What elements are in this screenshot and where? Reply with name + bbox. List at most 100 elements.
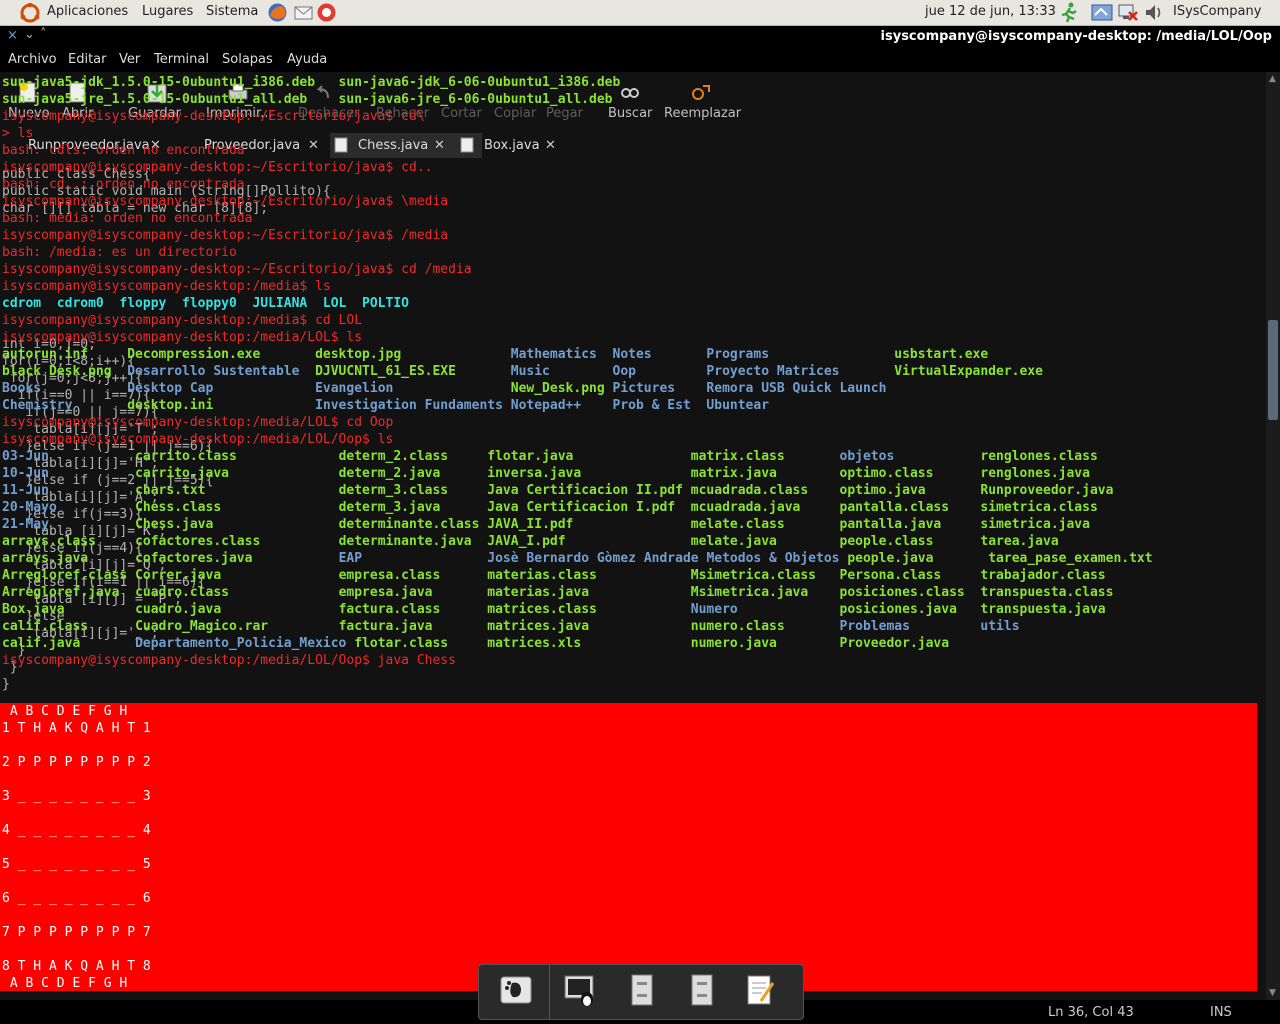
terminal-line: isyscompany@isyscompany-desktop:/media$ … [2,278,331,295]
terminal-segment: New_Desk.png [510,381,613,396]
tab-close-icon[interactable]: ✕ [434,138,445,153]
terminal-scrollbar[interactable]: ▲ ▼ [1266,72,1280,1000]
gnome-foot-icon[interactable] [499,973,533,1007]
toolbar-pegar[interactable]: Pegar [546,106,583,121]
terminal-segment: Box.java [2,602,136,617]
menu-ayuda[interactable]: Ayuda [287,52,327,67]
terminal-segment: calif.java [2,636,136,651]
terminal-segment: determinante.class [338,517,488,532]
menu-terminal[interactable]: Terminal [154,52,209,67]
terminal-segment: determ_3.java [338,500,488,515]
terminal-line: isyscompany@isyscompany-desktop:/media/L… [2,414,393,431]
tab-close-icon[interactable]: ✕ [545,138,556,153]
terminal-segment: determ_3.class [338,483,488,498]
terminal-segment: usbstart.exe [894,347,989,362]
source-line: } [2,677,10,692]
terminal-segment: Notes [612,347,707,362]
system-menu[interactable]: Sistema [206,4,258,19]
terminal-segment: Proyecto Matrices [706,364,895,379]
email-launcher-icon[interactable] [293,2,314,23]
terminal-segment: Metodos & Objetos [706,551,848,566]
terminal-area[interactable]: Nuevo Abrir Guardar Imprimir... Deshacer… [0,72,1266,1000]
terminal-app-icon[interactable] [563,973,597,1007]
menu-ver[interactable]: Ver [119,52,140,67]
terminal-segment: cuadro.java [135,602,339,617]
terminal-line: isyscompany@isyscompany-desktop:~/Escrit… [2,261,472,278]
terminal-line: bash: /media: es un directorio [2,244,237,261]
terminal-segment: black Desk.png [2,364,128,379]
window-titlebar[interactable]: × ⌄ ˄ isyscompany@isyscompany-desktop: /… [0,26,1280,48]
terminal-segment: cuadro.class [135,585,339,600]
volume-icon[interactable] [1144,3,1164,22]
terminal-segment: isyscompany@isyscompany-desktop:/media$ … [2,279,331,294]
window-maximize-icon[interactable]: ˄ [40,27,47,42]
update-notifier-icon[interactable] [1091,3,1113,22]
terminal-segment: inversa.java [487,466,691,481]
terminal-segment: simetrica.class [980,500,1098,515]
terminal-segment: empresa.class [338,568,488,583]
applications-menu[interactable]: Aplicaciones [47,4,128,19]
terminal-segment: optimo.class [839,466,981,481]
terminal-segment: Numero [690,602,840,617]
scrollbar-thumb[interactable] [1268,320,1278,420]
user-menu[interactable]: ISysCompany [1173,4,1261,19]
tab-box[interactable]: Box.java [456,133,592,158]
insert-mode: INS [1210,1005,1232,1020]
terminal-segment: melate.class [690,517,840,532]
toolbar-cortar[interactable]: Cortar [441,106,482,121]
chess-row: 1 T H A K Q A H T 1 [2,721,151,736]
scroll-down-icon[interactable]: ▼ [1269,988,1276,998]
terminal-line: Chemistry desktop.ini Investigation Fund… [2,397,769,414]
terminal-segment: Proveedor.java [839,636,950,651]
text-editor-icon[interactable] [743,973,777,1007]
places-menu[interactable]: Lugares [142,4,193,19]
terminal-segment: bash: cd..: orden no encontrada [2,177,245,192]
terminal-segment: empresa.java [338,585,488,600]
clock[interactable]: jue 12 de jun, 13:33 [925,4,1056,19]
terminal-segment: people.class [839,534,981,549]
firefox-launcher-icon[interactable] [267,2,288,23]
terminal-segment: Notepad++ [510,398,613,413]
help-launcher-icon[interactable] [316,2,337,23]
terminal-line: calif.class Cuadro_Magico.rar factura.ja… [2,618,1020,635]
terminal-segment: Oop [612,364,707,379]
terminal-segment: objetos [839,449,981,464]
menu-solapas[interactable]: Solapas [222,52,273,67]
menu-archivo[interactable]: Archivo [8,52,57,67]
terminal-segment: matrices.xls [487,636,691,651]
terminal-segment: numero.java [690,636,840,651]
toolbar-buscar[interactable]: Buscar [608,106,652,121]
network-offline-icon[interactable] [1117,2,1138,23]
running-man-icon[interactable] [1059,2,1079,23]
terminal-line: isyscompany@isyscompany-desktop:/media/L… [2,431,393,448]
terminal-segment: isyscompany@isyscompany-desktop:~/Escrit… [2,109,425,124]
chess-row: 3 _ _ _ _ _ _ _ _ 3 [2,789,151,804]
terminal-line: arrays.class cofactores.class determinan… [2,533,1059,550]
ubuntu-logo-icon [20,3,40,23]
terminal-segment: isyscompany@isyscompany-desktop:~/Escrit… [2,160,433,175]
search-icon[interactable] [618,82,642,104]
tab-close-icon[interactable]: ✕ [308,138,319,153]
replace-icon[interactable] [689,82,713,104]
close-window-icon[interactable]: × [7,28,18,43]
file-cabinet-icon[interactable] [685,973,719,1007]
menu-editar[interactable]: Editar [68,52,107,67]
terminal-segment: EAP [338,551,488,566]
terminal-segment: DJVUCNTL_61_ES.EXE [315,364,511,379]
terminal-segment: Desktop Cap [127,381,316,396]
terminal-line: arrays.java cofactores.java EAP Josè Ber… [2,550,1153,567]
terminal-segment: materias.class [487,568,691,583]
chess-row: 7 P P P P P P P P 7 [2,925,151,940]
terminal-segment: sun-java5-jdk_1.5.0-15-0ubuntu1_i386.deb… [2,75,621,90]
terminal-segment: Pictures [612,381,707,396]
window-menu-chevron-icon[interactable]: ⌄ [24,27,35,42]
terminal-segment: Java Certificacion II.pdf [487,483,691,498]
terminal-segment: JAVA_II.pdf [487,517,691,532]
toolbar-copiar[interactable]: Copiar [494,106,536,121]
terminal-segment: flotar.class [354,636,488,651]
toolbar-reemplazar[interactable]: Reemplazar [664,106,741,121]
file-cabinet-icon[interactable] [625,973,659,1007]
terminal-segment: Music [510,364,613,379]
terminal-segment: determinante.java [338,534,488,549]
scroll-up-icon[interactable]: ▲ [1269,74,1276,84]
